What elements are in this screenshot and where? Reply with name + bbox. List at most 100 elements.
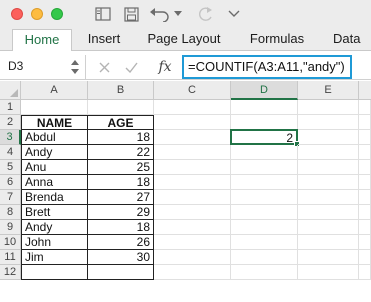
name-box[interactable]: D3 xyxy=(0,55,86,79)
tab-home[interactable]: Home xyxy=(12,29,72,52)
undo-icon[interactable] xyxy=(148,5,172,23)
cell-c3[interactable] xyxy=(154,130,231,145)
cell-e11[interactable] xyxy=(298,250,359,265)
row-header-11[interactable]: 11 xyxy=(0,250,21,265)
cell-b11[interactable]: 30 xyxy=(88,250,154,265)
cell-e8[interactable] xyxy=(298,205,359,220)
cell-f10[interactable] xyxy=(359,235,371,250)
cell-a7[interactable]: Brenda xyxy=(21,190,88,205)
cell-d7[interactable] xyxy=(231,190,298,205)
zoom-window-button[interactable] xyxy=(51,8,63,20)
cell-f7[interactable] xyxy=(359,190,371,205)
cell-c1[interactable] xyxy=(154,100,231,115)
minimize-window-button[interactable] xyxy=(31,8,43,20)
cell-b3[interactable]: 18 xyxy=(88,130,154,145)
formula-input[interactable]: =COUNTIF(A3:A11,"andy") xyxy=(182,55,352,79)
cell-e3[interactable] xyxy=(298,130,359,145)
row-header-2[interactable]: 2 xyxy=(0,115,21,130)
cell-e4[interactable] xyxy=(298,145,359,160)
save-icon[interactable] xyxy=(122,5,140,23)
cell-f2[interactable] xyxy=(359,115,371,130)
cell-f12[interactable] xyxy=(359,265,371,280)
cell-f4[interactable] xyxy=(359,145,371,160)
cell-c12[interactable] xyxy=(154,265,231,280)
cell-a8[interactable]: Brett xyxy=(21,205,88,220)
cell-a4[interactable]: Andy xyxy=(21,145,88,160)
cell-a12[interactable] xyxy=(21,265,88,280)
row-header-6[interactable]: 6 xyxy=(0,175,21,190)
cell-d12[interactable] xyxy=(231,265,298,280)
cell-d4[interactable] xyxy=(231,145,298,160)
tab-data[interactable]: Data xyxy=(325,29,371,51)
cell-d5[interactable] xyxy=(231,160,298,175)
cell-e9[interactable] xyxy=(298,220,359,235)
cell-f6[interactable] xyxy=(359,175,371,190)
cell-b12[interactable] xyxy=(88,265,154,280)
cell-e6[interactable] xyxy=(298,175,359,190)
cell-b1[interactable] xyxy=(88,100,154,115)
cell-e7[interactable] xyxy=(298,190,359,205)
cell-b2[interactable]: AGE xyxy=(88,115,154,130)
column-header-b[interactable]: B xyxy=(88,81,154,100)
cell-a2[interactable]: NAME xyxy=(21,115,88,130)
column-header-c[interactable]: C xyxy=(154,81,231,100)
row-header-3[interactable]: 3 xyxy=(0,130,21,145)
customize-dropdown-icon[interactable] xyxy=(227,5,241,23)
cell-e1[interactable] xyxy=(298,100,359,115)
cell-e10[interactable] xyxy=(298,235,359,250)
cell-b4[interactable]: 22 xyxy=(88,145,154,160)
row-header-12[interactable]: 12 xyxy=(0,265,21,280)
undo-dropdown-icon[interactable] xyxy=(173,5,183,23)
active-cell-d3[interactable]: 2 xyxy=(230,129,298,145)
cell-c10[interactable] xyxy=(154,235,231,250)
column-header-a[interactable]: A xyxy=(21,81,88,100)
sidebar-icon[interactable] xyxy=(94,5,112,23)
cell-c4[interactable] xyxy=(154,145,231,160)
cell-a9[interactable]: Andy xyxy=(21,220,88,235)
cell-d6[interactable] xyxy=(231,175,298,190)
cell-c2[interactable] xyxy=(154,115,231,130)
cell-a3[interactable]: Abdul xyxy=(21,130,88,145)
row-header-9[interactable]: 9 xyxy=(0,220,21,235)
row-header-1[interactable]: 1 xyxy=(0,100,21,115)
tab-formulas[interactable]: Formulas xyxy=(241,29,313,51)
redo-icon[interactable] xyxy=(196,5,216,23)
column-header-e[interactable]: E xyxy=(298,81,359,100)
cell-d10[interactable] xyxy=(231,235,298,250)
cell-f11[interactable] xyxy=(359,250,371,265)
cell-f3[interactable] xyxy=(359,130,371,145)
cell-c5[interactable] xyxy=(154,160,231,175)
cell-c6[interactable] xyxy=(154,175,231,190)
select-all-corner[interactable] xyxy=(0,81,21,100)
insert-function-icon[interactable]: fx xyxy=(154,57,176,77)
close-window-button[interactable] xyxy=(11,8,23,20)
cell-d9[interactable] xyxy=(231,220,298,235)
column-header-d[interactable]: D xyxy=(231,81,298,100)
cell-c11[interactable] xyxy=(154,250,231,265)
cell-e5[interactable] xyxy=(298,160,359,175)
row-header-4[interactable]: 4 xyxy=(0,145,21,160)
cell-e2[interactable] xyxy=(298,115,359,130)
row-header-8[interactable]: 8 xyxy=(0,205,21,220)
cell-f5[interactable] xyxy=(359,160,371,175)
tab-insert[interactable]: Insert xyxy=(78,29,130,51)
cell-d8[interactable] xyxy=(231,205,298,220)
cell-c9[interactable] xyxy=(154,220,231,235)
cell-d11[interactable] xyxy=(231,250,298,265)
cell-a1[interactable] xyxy=(21,100,88,115)
cell-b8[interactable]: 29 xyxy=(88,205,154,220)
row-header-10[interactable]: 10 xyxy=(0,235,21,250)
cell-d1[interactable] xyxy=(231,100,298,115)
column-header-f[interactable] xyxy=(359,81,371,100)
cell-b9[interactable]: 18 xyxy=(88,220,154,235)
cell-a10[interactable]: John xyxy=(21,235,88,250)
cell-c7[interactable] xyxy=(154,190,231,205)
cell-d2[interactable] xyxy=(231,115,298,130)
row-header-7[interactable]: 7 xyxy=(0,190,21,205)
cell-f9[interactable] xyxy=(359,220,371,235)
cell-e12[interactable] xyxy=(298,265,359,280)
cell-b6[interactable]: 18 xyxy=(88,175,154,190)
name-box-stepper-icon[interactable] xyxy=(71,59,79,75)
cell-f1[interactable] xyxy=(359,100,371,115)
cell-f8[interactable] xyxy=(359,205,371,220)
